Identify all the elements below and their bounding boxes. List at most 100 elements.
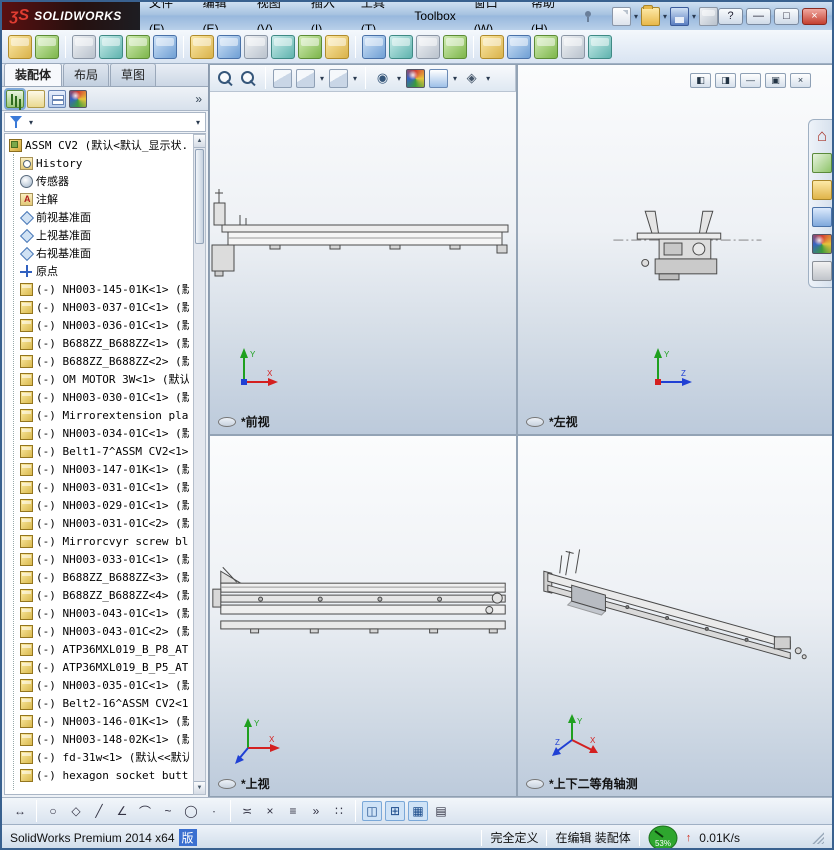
tree-item-top-plane[interactable]: 上视基准面	[7, 226, 189, 244]
viewport-four-view[interactable]: ⊞	[385, 801, 405, 821]
circle-tool[interactable]: ○	[43, 801, 63, 821]
viewport-front[interactable]: Y X *前视	[210, 65, 516, 434]
close-document-button[interactable]: ×	[790, 73, 811, 88]
dropdown-arrow[interactable]: ▾	[320, 74, 324, 83]
arc-tool[interactable]: ⌒	[135, 801, 155, 821]
tree-item-history[interactable]: History	[7, 154, 189, 172]
measure[interactable]	[480, 34, 504, 59]
tree-item-origin[interactable]: 原点	[7, 262, 189, 280]
convert-entities[interactable]: »	[306, 801, 326, 821]
scroll-up-button[interactable]: ▲	[194, 135, 205, 148]
reference-geometry[interactable]	[244, 34, 268, 59]
display-style[interactable]	[329, 68, 349, 88]
tree-item[interactable]: (-) Mirrorextension pla	[7, 406, 189, 424]
tree-item[interactable]: (-) B688ZZ_B688ZZ<3> (默	[7, 568, 189, 586]
menu-pin-icon[interactable]	[581, 9, 594, 23]
exploded-view[interactable]	[325, 34, 349, 59]
tree-item[interactable]: (-) Belt1-7^ASSM CV2<1> (	[7, 442, 189, 460]
design-library[interactable]	[812, 180, 832, 200]
tile-right-button[interactable]: ◨	[715, 73, 736, 88]
tree-item[interactable]: (-) B688ZZ_B688ZZ<2> (默	[7, 352, 189, 370]
offset-entities[interactable]: ≡	[283, 801, 303, 821]
panel-overflow-button[interactable]: »	[195, 92, 204, 106]
tree-item[interactable]: (-) ATP36MXL019_B_P8_AT	[7, 640, 189, 658]
help-button[interactable]: ?	[718, 7, 743, 25]
show-hidden-components[interactable]	[190, 34, 214, 59]
view-settings[interactable]: ◈	[462, 69, 481, 88]
file-explorer[interactable]	[812, 207, 832, 227]
mate[interactable]	[72, 34, 96, 59]
configuration-manager[interactable]	[48, 89, 66, 108]
dropdown-arrow[interactable]: ▾	[453, 74, 457, 83]
assembly-features[interactable]	[217, 34, 241, 59]
custom-properties[interactable]	[812, 261, 832, 281]
tree-item[interactable]: (-) fd-31w<1> (默认<<默认	[7, 748, 189, 766]
menu-toolbox[interactable]: Toolbox	[405, 3, 464, 29]
tree-item[interactable]: (-) NH003-034-01C<1> (默	[7, 424, 189, 442]
tree-item[interactable]: (-) NH003-146-01K<1> (默	[7, 712, 189, 730]
ellipse-tool[interactable]: ◯	[181, 801, 201, 821]
assembly-visualization[interactable]	[443, 34, 467, 59]
insert-components[interactable]	[35, 34, 59, 59]
spline-tool[interactable]: ~	[158, 801, 178, 821]
tree-item[interactable]: (-) OM MOTOR 3W<1> (默认	[7, 370, 189, 388]
tree-item[interactable]: (-) NH003-029-01C<1> (默	[7, 496, 189, 514]
dropdown-arrow[interactable]: ▾	[397, 74, 401, 83]
dropdown-arrow[interactable]: ▾	[634, 12, 638, 21]
undo[interactable]	[699, 6, 718, 26]
tree-root-assembly[interactable]: ASSM CV2 (默认<默认_显示状...	[7, 136, 189, 154]
section-view[interactable]	[273, 68, 292, 88]
clearance-verification[interactable]	[389, 34, 413, 59]
tree-item-annotations[interactable]: 注解	[7, 190, 189, 208]
restore-document-button[interactable]: ▣	[765, 73, 786, 88]
tree-item[interactable]: (-) Belt2-16^ASSM CV2<1	[7, 694, 189, 712]
tree-item[interactable]: (-) B688ZZ_B688ZZ<4> (默	[7, 586, 189, 604]
viewport-left[interactable]: Y Z *左视	[518, 65, 832, 434]
tree-item[interactable]: (-) NH003-145-01K<1> (默	[7, 280, 189, 298]
tree-item[interactable]: (-) NH003-037-01C<1> (默	[7, 298, 189, 316]
filter-dropdown-arrow[interactable]: ▾	[29, 118, 33, 127]
minimize-document-button[interactable]: —	[740, 73, 761, 88]
zoom-to-area[interactable]	[239, 69, 258, 88]
evaluate-table[interactable]: ▤	[431, 801, 451, 821]
minimize-window[interactable]: —	[746, 7, 771, 25]
filter-expand-arrow[interactable]: ▾	[196, 118, 200, 127]
display-manager[interactable]	[69, 89, 87, 108]
smart-dimension[interactable]: ↔	[10, 801, 30, 821]
apply-scene[interactable]	[429, 68, 449, 88]
viewport-two-view[interactable]: ◫	[362, 801, 382, 821]
dropdown-arrow[interactable]: ▾	[486, 74, 490, 83]
maximize-window[interactable]: □	[774, 7, 799, 25]
task-pane-home[interactable]: ⌂	[812, 126, 832, 146]
mass-properties[interactable]	[507, 34, 531, 59]
view-orientation[interactable]	[296, 68, 315, 88]
tree-filter-bar[interactable]: ▾ ▾	[4, 112, 206, 132]
tree-item[interactable]: (-) NH003-043-01C<1> (默	[7, 604, 189, 622]
resize-grip[interactable]	[811, 831, 824, 844]
line-tool[interactable]: ╱	[89, 801, 109, 821]
scroll-thumb[interactable]	[195, 149, 204, 244]
trim-entities[interactable]: ×	[260, 801, 280, 821]
tab-layout[interactable]: 布局	[63, 63, 110, 86]
scroll-down-button[interactable]: ▼	[194, 781, 205, 794]
property-manager[interactable]	[27, 89, 45, 108]
tree-item-front-plane[interactable]: 前视基准面	[7, 208, 189, 226]
tree-item[interactable]: (-) NH003-035-01C<1> (默	[7, 676, 189, 694]
point-tool[interactable]: ∙	[204, 801, 224, 821]
edit-appearance[interactable]	[406, 68, 426, 88]
bill-of-materials[interactable]	[298, 34, 322, 59]
dropdown-arrow[interactable]: ▾	[663, 12, 667, 21]
solidworks-resources[interactable]	[812, 153, 832, 173]
move-component[interactable]	[153, 34, 177, 59]
edit-component[interactable]	[8, 34, 32, 59]
tab-sketch[interactable]: 草图	[110, 63, 157, 86]
tree-item[interactable]: (-) NH003-033-01C<1> (默	[7, 550, 189, 568]
tree-item[interactable]: (-) hexagon socket butt	[7, 766, 189, 784]
update-speedpak[interactable]	[588, 34, 612, 59]
zoom-to-fit[interactable]	[216, 69, 235, 88]
hole-alignment[interactable]	[416, 34, 440, 59]
tab-assembly[interactable]: 装配体	[4, 63, 63, 86]
mirror-entities[interactable]: ≍	[237, 801, 257, 821]
close-window[interactable]: ×	[802, 7, 827, 25]
tree-item[interactable]: (-) NH003-043-01C<2> (默	[7, 622, 189, 640]
